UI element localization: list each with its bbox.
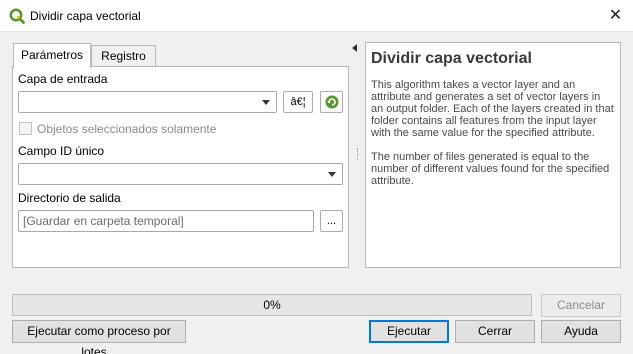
help-paragraph: The number of files generated is equal t… bbox=[371, 151, 610, 187]
unique-id-label: Campo ID único bbox=[18, 144, 105, 158]
output-dir-placeholder: [Guardar en carpeta temporal] bbox=[23, 214, 184, 228]
run-button[interactable]: Ejecutar bbox=[369, 320, 449, 343]
help-label: Ayuda bbox=[564, 324, 598, 338]
cancel-button[interactable]: Cancelar bbox=[541, 294, 621, 317]
input-layer-combo[interactable] bbox=[18, 91, 277, 113]
close-window-button[interactable]: ✕ bbox=[598, 0, 633, 32]
help-paragraph: This algorithm takes a vector layer and … bbox=[371, 79, 614, 139]
tab-label: Registro bbox=[101, 49, 146, 63]
chevron-down-icon bbox=[328, 172, 336, 177]
tab-parametros[interactable]: Parámetros bbox=[13, 43, 91, 68]
tab-label: Parámetros bbox=[20, 48, 84, 62]
close-label: Cerrar bbox=[477, 324, 512, 338]
help-panel: Dividir capa vectorial This algorithm ta… bbox=[365, 42, 621, 268]
iterate-icon bbox=[325, 95, 339, 109]
cancel-label: Cancelar bbox=[556, 298, 606, 312]
batch-process-button[interactable]: Ejecutar como proceso por lotes... bbox=[12, 320, 186, 354]
browse-button[interactable]: ... bbox=[320, 210, 343, 232]
layer-options-button[interactable]: â€¦ bbox=[283, 91, 313, 113]
unique-id-combo[interactable] bbox=[18, 163, 343, 185]
chevron-down-icon bbox=[262, 100, 270, 105]
layer-options-label: â€¦ bbox=[290, 96, 306, 108]
run-label: Ejecutar bbox=[386, 324, 432, 338]
close-icon: ✕ bbox=[608, 7, 623, 24]
output-dir-field[interactable]: [Guardar en carpeta temporal] bbox=[18, 210, 314, 232]
iterate-button[interactable] bbox=[320, 91, 343, 113]
title-bar: Dividir capa vectorial ✕ bbox=[0, 0, 633, 32]
close-button[interactable]: Cerrar bbox=[455, 320, 535, 343]
selected-only-checkbox[interactable] bbox=[19, 122, 32, 135]
splitter-handle[interactable] bbox=[357, 148, 359, 160]
tab-registro[interactable]: Registro bbox=[91, 45, 156, 67]
qgis-icon bbox=[9, 8, 25, 24]
parameters-panel: Capa de entrada â€¦ Objetos seleccionado… bbox=[12, 66, 349, 268]
selected-only-label: Objetos seleccionados solamente bbox=[37, 122, 217, 136]
progress-label: 0% bbox=[263, 298, 281, 312]
progress-bar: 0% bbox=[12, 294, 532, 316]
browse-label: ... bbox=[326, 215, 337, 227]
window-title: Dividir capa vectorial bbox=[30, 9, 141, 23]
help-button[interactable]: Ayuda bbox=[541, 320, 621, 343]
help-title: Dividir capa vectorial bbox=[371, 50, 532, 67]
batch-process-label: Ejecutar como proceso por lotes... bbox=[27, 324, 171, 354]
output-dir-label: Directorio de salida bbox=[18, 191, 121, 205]
input-layer-label: Capa de entrada bbox=[18, 72, 108, 86]
collapse-help-icon[interactable] bbox=[352, 44, 357, 52]
